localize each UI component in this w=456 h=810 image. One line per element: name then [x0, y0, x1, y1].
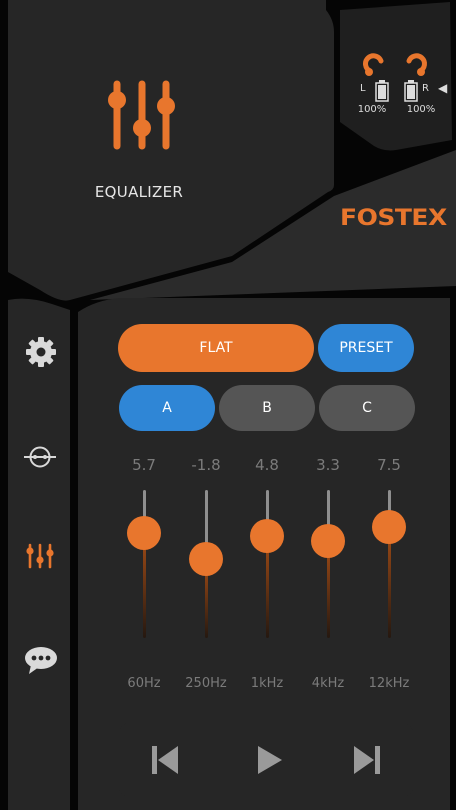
brand-logo: FOSTEX [340, 204, 447, 231]
slider-knob-1khz[interactable] [250, 519, 284, 554]
memory-c-button[interactable]: C [319, 385, 415, 431]
freq-label-1khz: 1kHz [250, 676, 284, 691]
left-battery-level: 100% [357, 104, 387, 115]
play-button[interactable] [254, 744, 284, 776]
gear-icon [26, 337, 56, 367]
gain-value-60hz: 5.7 [132, 456, 156, 474]
slider-knob-60hz[interactable] [127, 516, 161, 551]
collapse-arrow-icon[interactable]: ◀ [438, 81, 447, 95]
right-channel-label: R [422, 83, 429, 94]
left-battery-icon [375, 80, 389, 102]
equalizer-header-icon [106, 80, 178, 152]
page-title: EQUALIZER [94, 183, 184, 201]
right-battery-icon [404, 80, 418, 102]
freq-label-60hz: 60Hz [127, 676, 161, 691]
right-battery-level: 100% [406, 104, 436, 115]
left-channel-label: L [360, 83, 366, 94]
transport-controls [118, 722, 414, 798]
gain-value-250hz: -1.8 [191, 456, 221, 474]
skip-previous-icon [152, 746, 178, 774]
skip-next-icon [354, 746, 380, 774]
gain-value-4khz: 3.3 [316, 456, 340, 474]
gain-value-1khz: 4.8 [255, 456, 279, 474]
freq-label-250hz: 250Hz [185, 676, 227, 691]
skip-previous-button[interactable] [150, 744, 180, 776]
freq-label-12khz: 12kHz [368, 676, 410, 691]
memory-b-button[interactable]: B [219, 385, 315, 431]
chat-icon [25, 647, 57, 674]
sidebar-item-messages[interactable] [23, 645, 59, 675]
preset-button[interactable]: PRESET [318, 324, 414, 372]
slider-knob-12khz[interactable] [372, 509, 406, 544]
gain-value-12khz: 7.5 [377, 456, 401, 474]
freq-label-4khz: 4kHz [311, 676, 345, 691]
sidebar-item-connection[interactable] [23, 442, 57, 472]
equalizer-icon [26, 543, 54, 569]
flat-button[interactable]: FLAT [118, 324, 314, 372]
sidebar-item-settings[interactable] [24, 335, 58, 369]
play-icon [258, 746, 282, 774]
crosshair-icon [24, 446, 56, 468]
right-earphone-icon [404, 52, 430, 78]
memory-a-button[interactable]: A [119, 385, 215, 431]
left-earphone-icon [360, 52, 386, 78]
skip-next-button[interactable] [352, 744, 382, 776]
sidebar-item-equalizer[interactable] [26, 543, 54, 569]
